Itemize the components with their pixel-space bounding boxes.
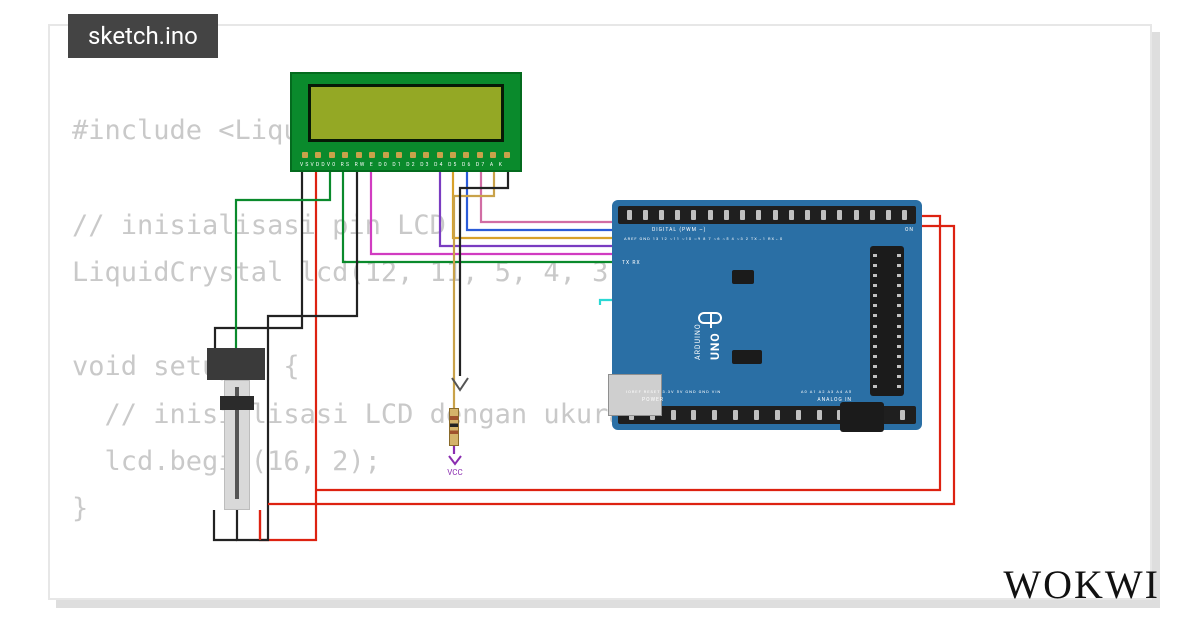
code-background: #include <LiquidCrystal.h> // inisialisa… [72, 107, 1112, 532]
wokwi-logo: WOKWI [1003, 561, 1160, 608]
file-tab-label: sketch.ino [88, 22, 198, 50]
wokwi-logo-text: WOKWI [1003, 562, 1160, 607]
file-tab[interactable]: sketch.ino [68, 14, 218, 58]
